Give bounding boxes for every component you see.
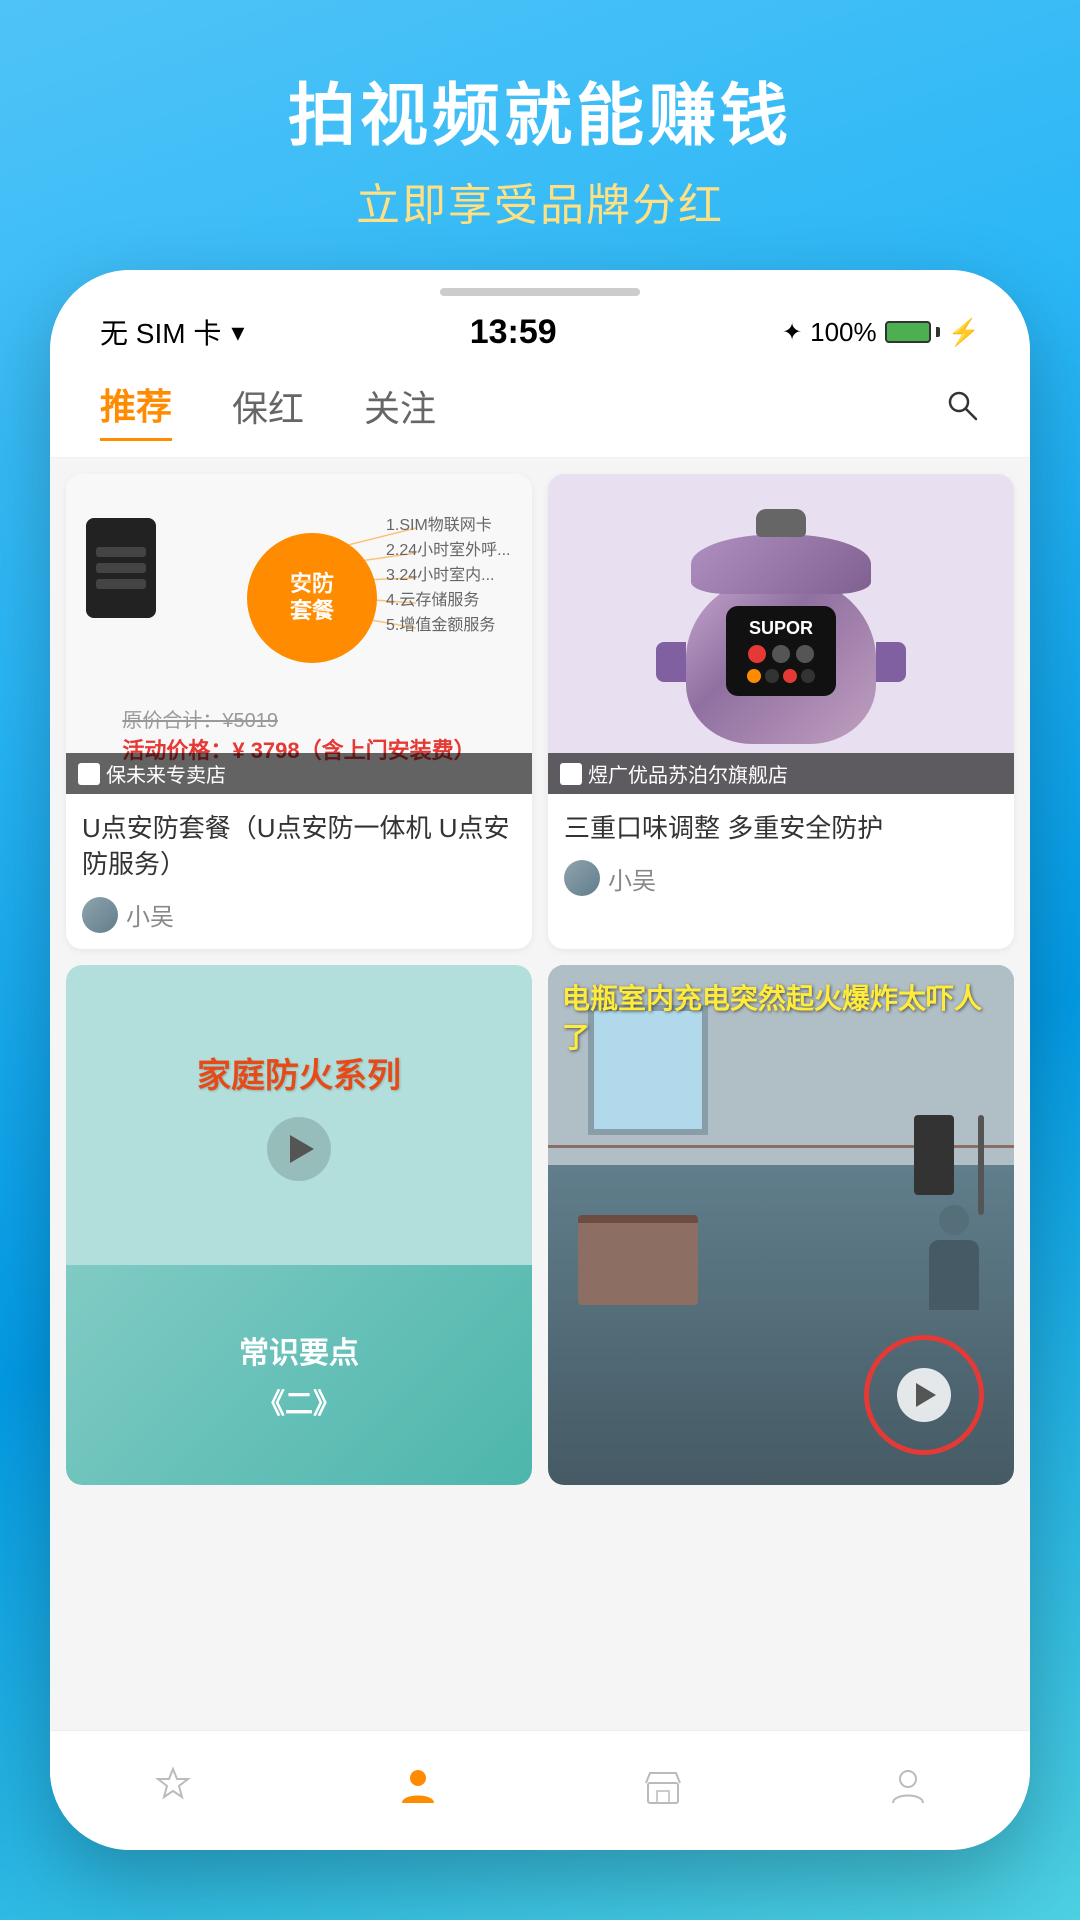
security-bg: 安防套餐 1.SIM物联网卡 2.24小时室外呼... 3.24小时室内. (66, 474, 532, 794)
bluetooth-icon: ✦ (782, 318, 802, 347)
profile-icon (884, 1762, 932, 1810)
product-info-security: U点安防套餐（U点安防一体机 U点安防服务） 小吴 (66, 794, 532, 949)
fire-title: 家庭防火系列 (197, 1048, 401, 1097)
store-tag-cooker: 煜广优品苏泊尔旗舰店 (548, 753, 1014, 794)
tab-follow[interactable]: 关注 (364, 380, 436, 440)
charging-icon: ⚡ (948, 317, 980, 348)
search-button[interactable] (944, 387, 980, 433)
status-left: 无 SIM 卡 ▾ (100, 312, 244, 352)
tab-item-star[interactable] (149, 1762, 197, 1810)
product-info-cooker: 三重口味调整 多重安全防护 小吴 (548, 794, 1014, 912)
author-name-security: 小吴 (126, 897, 174, 932)
person-icon (397, 1765, 439, 1807)
author-name-cooker: 小吴 (608, 861, 656, 896)
tab-recommended[interactable]: 推荐 (100, 378, 172, 441)
store-icon (78, 763, 100, 785)
battery-percent: 100% (810, 317, 877, 348)
store-tab-icon (642, 1765, 684, 1807)
status-right: ✦ 100% ⚡ (782, 317, 980, 348)
phone-frame: 无 SIM 卡 ▾ 13:59 ✦ 100% ⚡ 推荐 保红 关注 (50, 270, 1030, 1850)
store-name-security: 保未来专卖店 (106, 759, 226, 788)
phone-top: 无 SIM 卡 ▾ 13:59 ✦ 100% ⚡ (50, 270, 1030, 362)
battery-tip (936, 327, 940, 337)
product-grid: 安防套餐 1.SIM物联网卡 2.24小时室外呼... 3.24小时室内. (50, 458, 1030, 965)
profile-tab-icon (887, 1765, 929, 1807)
person-active-icon (394, 1762, 442, 1810)
wifi-icon: ▾ (231, 317, 244, 348)
bg-subtitle: 立即享受品牌分红 (0, 169, 1080, 233)
video-overlay-text: 电瓶室内充电突然起火爆炸太吓人了 (562, 979, 1000, 1057)
security-device (86, 518, 156, 618)
fire-play-button[interactable] (267, 1117, 331, 1181)
fire-top: 家庭防火系列 (66, 965, 532, 1265)
knowledge-subtitle: 《二》 (257, 1382, 341, 1422)
play-triangle-icon (290, 1135, 314, 1163)
product-card-security[interactable]: 安防套餐 1.SIM物联网卡 2.24小时室外呼... 3.24小时室内. (66, 474, 532, 949)
store-name-cooker: 煜广优品苏泊尔旗舰店 (588, 759, 788, 788)
video-person (914, 1205, 994, 1325)
cooker-image-area: SUPOR (548, 474, 1014, 794)
svg-text:4.云存储服务: 4.云存储服务 (386, 591, 479, 609)
video-play-inner (897, 1368, 951, 1422)
knowledge-card[interactable]: 常识要点 《二》 (66, 1265, 532, 1485)
original-price: 原价合计：¥5019 (122, 704, 475, 733)
product-title-security: U点安防套餐（U点安防一体机 U点安防服务） (82, 810, 516, 883)
security-image-area: 安防套餐 1.SIM物联网卡 2.24小时室外呼... 3.24小时室内. (66, 474, 532, 794)
play-triangle-video-icon (916, 1383, 936, 1407)
bg-title: 拍视频就能赚钱 (0, 60, 1080, 159)
video-box (578, 1215, 698, 1305)
star-icon (149, 1762, 197, 1810)
notch-bar (440, 288, 640, 296)
shop-icon (639, 1762, 687, 1810)
phone-notch (100, 288, 980, 296)
video-wire (978, 1115, 984, 1215)
bottom-tabs (50, 1730, 1030, 1850)
author-row-cooker: 小吴 (564, 860, 998, 896)
battery-body (885, 321, 931, 343)
author-row-security: 小吴 (82, 897, 516, 933)
author-avatar-security (82, 897, 118, 933)
cooker-illustration: SUPOR (681, 524, 881, 744)
time-display: 13:59 (470, 313, 557, 352)
battery-icon (885, 321, 940, 343)
tab-item-me-active[interactable] (394, 1762, 442, 1810)
svg-text:5.增值金额服务: 5.增值金额服务 (386, 616, 495, 634)
card-explosion-video[interactable]: 电瓶室内充电突然起火爆炸太吓人了 (548, 965, 1014, 1485)
knowledge-title: 常识要点 (239, 1328, 359, 1372)
cooker-bg: SUPOR (548, 474, 1014, 794)
card-fire-series[interactable]: 家庭防火系列 常识要点 《二》 (66, 965, 532, 1485)
second-row: 家庭防火系列 常识要点 《二》 (50, 965, 1030, 1501)
author-avatar-cooker (564, 860, 600, 896)
product-card-cooker[interactable]: SUPOR (548, 474, 1014, 949)
carrier-text: 无 SIM 卡 (100, 312, 221, 352)
tab-baohong[interactable]: 保红 (232, 380, 304, 440)
nav-tabs: 推荐 保红 关注 (50, 362, 1030, 458)
tab-item-profile[interactable] (884, 1762, 932, 1810)
shield-tab-icon (152, 1765, 194, 1807)
video-red-circle[interactable] (864, 1335, 984, 1455)
search-icon (944, 387, 980, 423)
store-tag-security: 保未来专卖店 (66, 753, 532, 794)
tab-item-shop[interactable] (639, 1762, 687, 1810)
security-circle: 安防套餐 (247, 533, 377, 663)
content-area: 安防套餐 1.SIM物联网卡 2.24小时室外呼... 3.24小时室内. (50, 458, 1030, 1848)
svg-text:3.24小时室内...: 3.24小时室内... (386, 566, 494, 584)
svg-text:1.SIM物联网卡: 1.SIM物联网卡 (386, 516, 492, 534)
security-diagram: 安防套餐 1.SIM物联网卡 2.24小时室外呼... 3.24小时室内. (76, 498, 522, 698)
video-charger (914, 1115, 954, 1195)
status-bar: 无 SIM 卡 ▾ 13:59 ✦ 100% ⚡ (100, 304, 980, 362)
bg-header: 拍视频就能赚钱 立即享受品牌分红 (0, 60, 1080, 233)
store-icon-cooker (560, 763, 582, 785)
svg-text:2.24小时室外呼...: 2.24小时室外呼... (386, 541, 510, 559)
product-title-cooker: 三重口味调整 多重安全防护 (564, 810, 998, 846)
